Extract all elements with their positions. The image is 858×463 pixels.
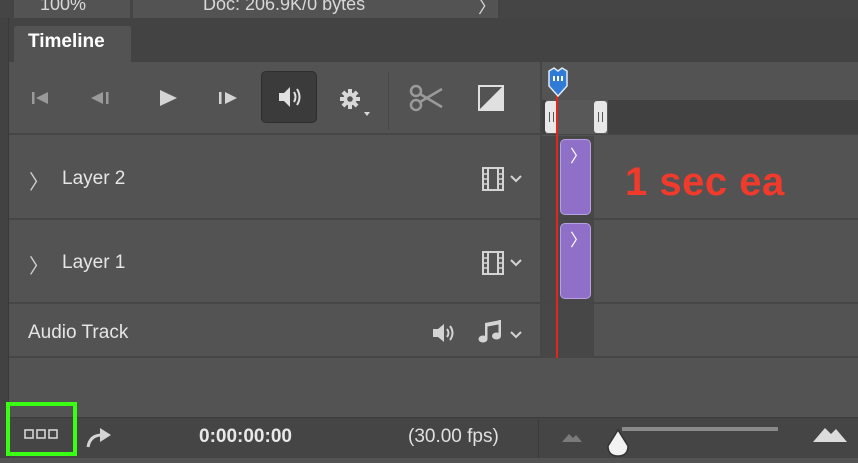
clip-layer-2[interactable]: 〉: [560, 139, 591, 215]
row-separator: [9, 218, 858, 220]
next-frame-icon: [219, 92, 237, 104]
track-lane-audio: [542, 304, 594, 358]
row-separator: [9, 302, 858, 304]
film-icon[interactable]: [481, 166, 505, 197]
speaker-icon: [279, 87, 301, 107]
playhead-marker-icon: [548, 67, 568, 98]
zoom-in-button[interactable]: [812, 422, 848, 444]
first-frame-button[interactable]: [28, 84, 54, 112]
playhead-line: [556, 90, 558, 358]
speaker-icon[interactable]: [430, 320, 460, 351]
tab-timeline-label: Timeline: [28, 31, 105, 52]
transition-icon: [478, 85, 504, 111]
play-icon: [160, 90, 177, 106]
mute-audio-playback-button[interactable]: [261, 71, 317, 123]
left-panel-edge: [0, 18, 8, 458]
expand-layer-1-toggle[interactable]: 〉: [29, 250, 49, 279]
zoom-out-button[interactable]: [560, 428, 584, 444]
play-button[interactable]: [155, 84, 181, 112]
left-panel-edge-line: [8, 18, 9, 458]
gear-icon: [340, 89, 370, 116]
film-icon[interactable]: [481, 250, 505, 281]
zoom-level-text: 100%: [40, 0, 87, 14]
previous-frame-icon: [91, 92, 109, 104]
clip-expand-toggle[interactable]: 〉: [570, 226, 587, 251]
timeline-zoom-slider-thumb[interactable]: [606, 428, 630, 458]
split-at-playhead-button[interactable]: [408, 82, 448, 114]
skip-to-first-frame-icon: [32, 92, 48, 104]
timeline-zoom-slider[interactable]: [622, 427, 778, 431]
convert-to-frame-animation-button[interactable]: [6, 402, 77, 456]
panel-tab-bar: [9, 18, 858, 62]
chevron-down-icon[interactable]: [508, 172, 524, 190]
frame-rate-readout: (30.00 fps): [408, 426, 499, 447]
music-note-icon[interactable]: [476, 318, 504, 351]
document-info-text: Doc: 206.9K/0 bytes: [203, 0, 366, 14]
track-label-layer-2: Layer 2: [62, 168, 126, 189]
time-ruler[interactable]: [542, 62, 858, 100]
clip-expand-toggle[interactable]: 〉: [570, 142, 587, 167]
previous-frame-button[interactable]: [88, 84, 114, 112]
next-frame-button[interactable]: [215, 84, 241, 112]
row-separator: [9, 356, 858, 358]
playhead-handle[interactable]: [545, 66, 571, 98]
small-mountain-icon: [562, 434, 582, 442]
add-transition-button[interactable]: [476, 83, 506, 113]
render-video-button[interactable]: [84, 423, 114, 451]
work-area-end-handle[interactable]: [594, 101, 607, 133]
expand-layer-2-toggle[interactable]: 〉: [29, 166, 49, 195]
large-mountain-icon: [813, 428, 847, 442]
chevron-down-icon[interactable]: [508, 256, 524, 274]
controls-separator: [388, 72, 389, 130]
annotation-text: 1 sec ea: [625, 160, 785, 204]
playback-settings-button[interactable]: [336, 82, 376, 118]
convert-to-frame-animation-icon: [24, 429, 58, 439]
scissors-icon: [409, 84, 443, 112]
current-time-readout[interactable]: 0:00:00:00: [199, 426, 292, 448]
track-label-layer-1: Layer 1: [62, 252, 126, 273]
clip-layer-1[interactable]: 〉: [560, 223, 591, 299]
track-label-audio: Audio Track: [28, 322, 129, 343]
document-info-arrow[interactable]: 〉: [478, 0, 496, 19]
footer-separator-vertical: [538, 420, 539, 458]
render-video-arrow-icon: [86, 428, 111, 448]
chevron-down-icon[interactable]: [508, 328, 524, 346]
